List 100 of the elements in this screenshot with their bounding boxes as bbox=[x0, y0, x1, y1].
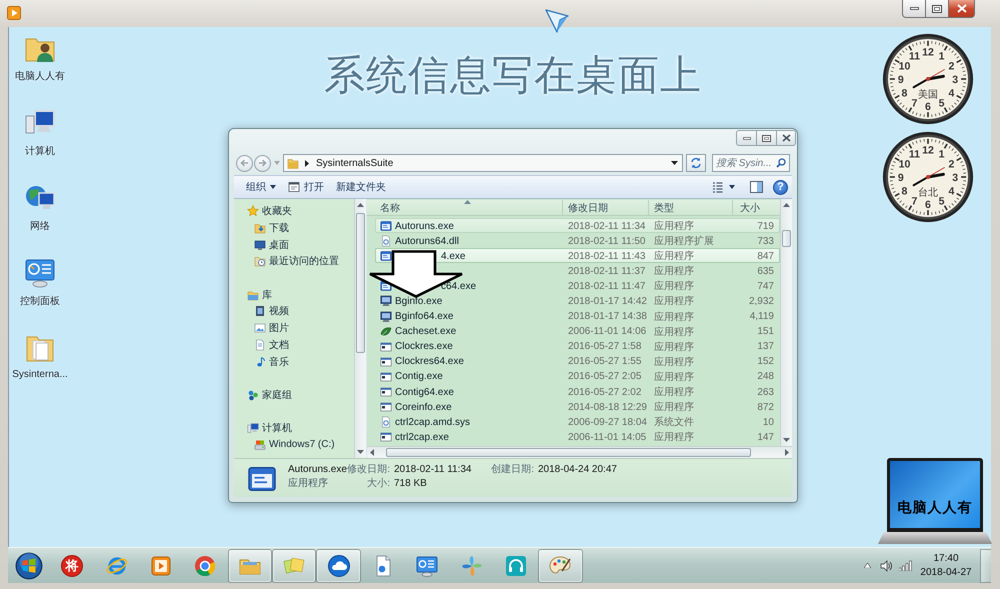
scrollbar-thumb[interactable] bbox=[356, 213, 365, 353]
scrollbar-thumb[interactable] bbox=[782, 230, 791, 247]
window-icon bbox=[380, 386, 392, 398]
file-row[interactable]: Autoruns.exe 2018-02-11 11:34 应用程序 719 bbox=[375, 218, 780, 234]
file-name: ctrl2cap.exe bbox=[395, 432, 450, 443]
clock-numeral: 6 bbox=[925, 199, 931, 211]
column-header[interactable]: 修改日期 bbox=[563, 200, 649, 215]
dashboard-icon bbox=[415, 554, 440, 578]
file-row[interactable]: Contig64.exe 2016-05-27 2:02 应用程序 263 bbox=[375, 384, 780, 400]
scroll-up-icon[interactable] bbox=[783, 203, 790, 207]
desktop-shortcut[interactable]: 电脑人人有 bbox=[11, 32, 69, 107]
horizontal-scrollbar[interactable] bbox=[367, 446, 792, 458]
nav-item[interactable]: 家庭组 bbox=[234, 386, 354, 404]
tray-time[interactable]: 17:40 bbox=[933, 552, 959, 566]
file-size: 733 bbox=[756, 236, 774, 247]
file-row[interactable]: Cacheset.exe 2006-11-01 14:06 应用程序 151 bbox=[375, 324, 780, 339]
scrollbar-thumb[interactable] bbox=[386, 448, 751, 457]
play-icon[interactable] bbox=[7, 6, 21, 20]
file-row[interactable]: ctrl2cap.amd.sys 2006-09-27 18:04 系统文件 10 bbox=[375, 414, 780, 430]
pinwheel-icon bbox=[460, 554, 484, 578]
gear-document-icon bbox=[380, 235, 392, 248]
nav-item[interactable]: Windows7 (C:) bbox=[234, 436, 354, 454]
new-folder-button[interactable]: 新建文件夹 bbox=[330, 177, 392, 197]
clock-numeral: 8 bbox=[902, 185, 908, 198]
download-folder-icon bbox=[254, 222, 266, 234]
back-button[interactable] bbox=[236, 154, 253, 172]
up-caret-icon[interactable] bbox=[864, 563, 871, 568]
file-row[interactable]: Autoruns64.dll 2018-02-11 11:50 应用程序扩展 733 bbox=[375, 233, 780, 248]
vertical-scrollbar[interactable] bbox=[780, 199, 792, 446]
file-row[interactable]: Coreinfo.exe 2014-08-18 12:29 应用程序 872 bbox=[375, 399, 780, 414]
column-header[interactable]: 类型 bbox=[649, 200, 733, 215]
app-window-icon bbox=[380, 220, 392, 232]
modified-date: 2014-08-18 12:29 bbox=[568, 402, 648, 413]
nav-item[interactable]: 图片 bbox=[234, 320, 354, 336]
organize-menu-button[interactable]: 组织 bbox=[240, 177, 282, 197]
minimize-button[interactable] bbox=[736, 130, 757, 146]
minimize-icon bbox=[742, 136, 750, 140]
refresh-button[interactable] bbox=[686, 154, 706, 172]
column-header[interactable]: 大小 bbox=[733, 200, 780, 215]
file-row[interactable]: 4.exe 2018-02-11 11:43 应用程序 847 bbox=[375, 248, 780, 264]
search-field[interactable]: 搜索 Sysin... bbox=[712, 154, 790, 172]
file-row[interactable]: ctrl2cap.exe 2006-11-01 14:05 应用程序 147 bbox=[375, 429, 780, 444]
address-path[interactable]: SysinternalsSuite bbox=[316, 158, 394, 168]
desktop-shortcut[interactable]: 计算机 bbox=[11, 107, 69, 182]
file-row[interactable]: 2018-02-11 11:37 应用程序 635 bbox=[375, 263, 780, 278]
hard-drive-icon bbox=[254, 438, 266, 451]
nav-item[interactable]: 文档 bbox=[234, 336, 354, 354]
tray-date[interactable]: 2018-04-27 bbox=[920, 566, 972, 580]
signal-bars-icon[interactable] bbox=[899, 560, 912, 571]
details-value: 2018-04-24 20:47 bbox=[537, 464, 617, 474]
clock-numeral: 4 bbox=[948, 87, 954, 100]
maximize-button[interactable] bbox=[757, 130, 777, 146]
forward-button[interactable] bbox=[254, 154, 271, 172]
taskbar-button[interactable] bbox=[316, 548, 361, 582]
nav-item[interactable]: 下载 bbox=[234, 220, 354, 236]
open-button[interactable]: 打开 bbox=[282, 177, 330, 197]
monitor-icon bbox=[380, 310, 392, 323]
leaf-icon bbox=[380, 326, 392, 338]
desktop-shortcut[interactable]: Sysinterna... bbox=[11, 332, 69, 407]
nav-item[interactable]: 音乐 bbox=[234, 353, 354, 370]
scroll-down-icon[interactable] bbox=[357, 450, 364, 454]
file-name: Clockres.exe bbox=[395, 341, 454, 352]
file-row[interactable]: Clockres.exe 2016-05-27 1:58 应用程序 137 bbox=[375, 338, 780, 354]
file-row[interactable]: Bginfo64.exe 2018-01-17 14:38 应用程序 4,119 bbox=[375, 308, 780, 324]
taskbar-button[interactable]: 将 bbox=[50, 548, 94, 582]
minimize-button[interactable] bbox=[902, 0, 926, 18]
file-type: 应用程序 bbox=[654, 220, 695, 233]
nav-item[interactable]: 最近访问的位置 bbox=[234, 253, 354, 270]
file-name: ctrl2cap.amd.sys bbox=[395, 416, 472, 428]
nav-item[interactable]: 计算机 bbox=[234, 420, 354, 437]
nav-item[interactable]: 视频 bbox=[234, 303, 354, 320]
cloud-icon bbox=[326, 554, 351, 578]
close-button[interactable] bbox=[949, 0, 975, 18]
dropdown-caret-icon[interactable] bbox=[671, 161, 678, 165]
clock-numeral: 7 bbox=[911, 195, 918, 208]
file-type: 应用程序 bbox=[654, 326, 695, 339]
clock-numeral: 9 bbox=[898, 172, 904, 184]
nav-item[interactable]: 收藏夹 bbox=[234, 203, 354, 220]
file-name: Clockres64.exe bbox=[395, 356, 465, 368]
maximize-button[interactable] bbox=[926, 0, 949, 18]
file-row[interactable]: Clockres64.exe 2016-05-27 1:55 应用程序 152 bbox=[375, 354, 780, 369]
file-size: 747 bbox=[756, 280, 774, 292]
file-size: 4,119 bbox=[748, 311, 774, 322]
nav-item[interactable]: 库 bbox=[234, 286, 354, 304]
file-row[interactable]: Contig.exe 2016-05-27 2:05 应用程序 248 bbox=[375, 368, 780, 384]
details-value: 718 KB bbox=[393, 478, 428, 488]
scroll-left-icon[interactable] bbox=[370, 449, 374, 456]
scroll-down-icon[interactable] bbox=[783, 438, 790, 442]
nav-item[interactable]: 桌面 bbox=[234, 236, 354, 254]
vertical-scrollbar[interactable] bbox=[354, 199, 366, 458]
file-size: 151 bbox=[756, 326, 774, 338]
close-button[interactable] bbox=[777, 130, 796, 146]
scroll-right-icon[interactable] bbox=[785, 449, 789, 456]
desktop-shortcut[interactable]: 网络 bbox=[11, 182, 69, 257]
file-row[interactable]: Bginfo.exe 2018-01-17 14:42 应用程序 2,932 bbox=[375, 293, 780, 309]
show-desktop-button[interactable] bbox=[980, 548, 991, 582]
scroll-up-icon[interactable] bbox=[357, 203, 364, 207]
speaker-icon[interactable] bbox=[880, 560, 892, 572]
desktop-shortcut[interactable]: 控制面板 bbox=[11, 257, 69, 332]
address-bar[interactable]: SysinternalsSuite bbox=[283, 154, 683, 172]
